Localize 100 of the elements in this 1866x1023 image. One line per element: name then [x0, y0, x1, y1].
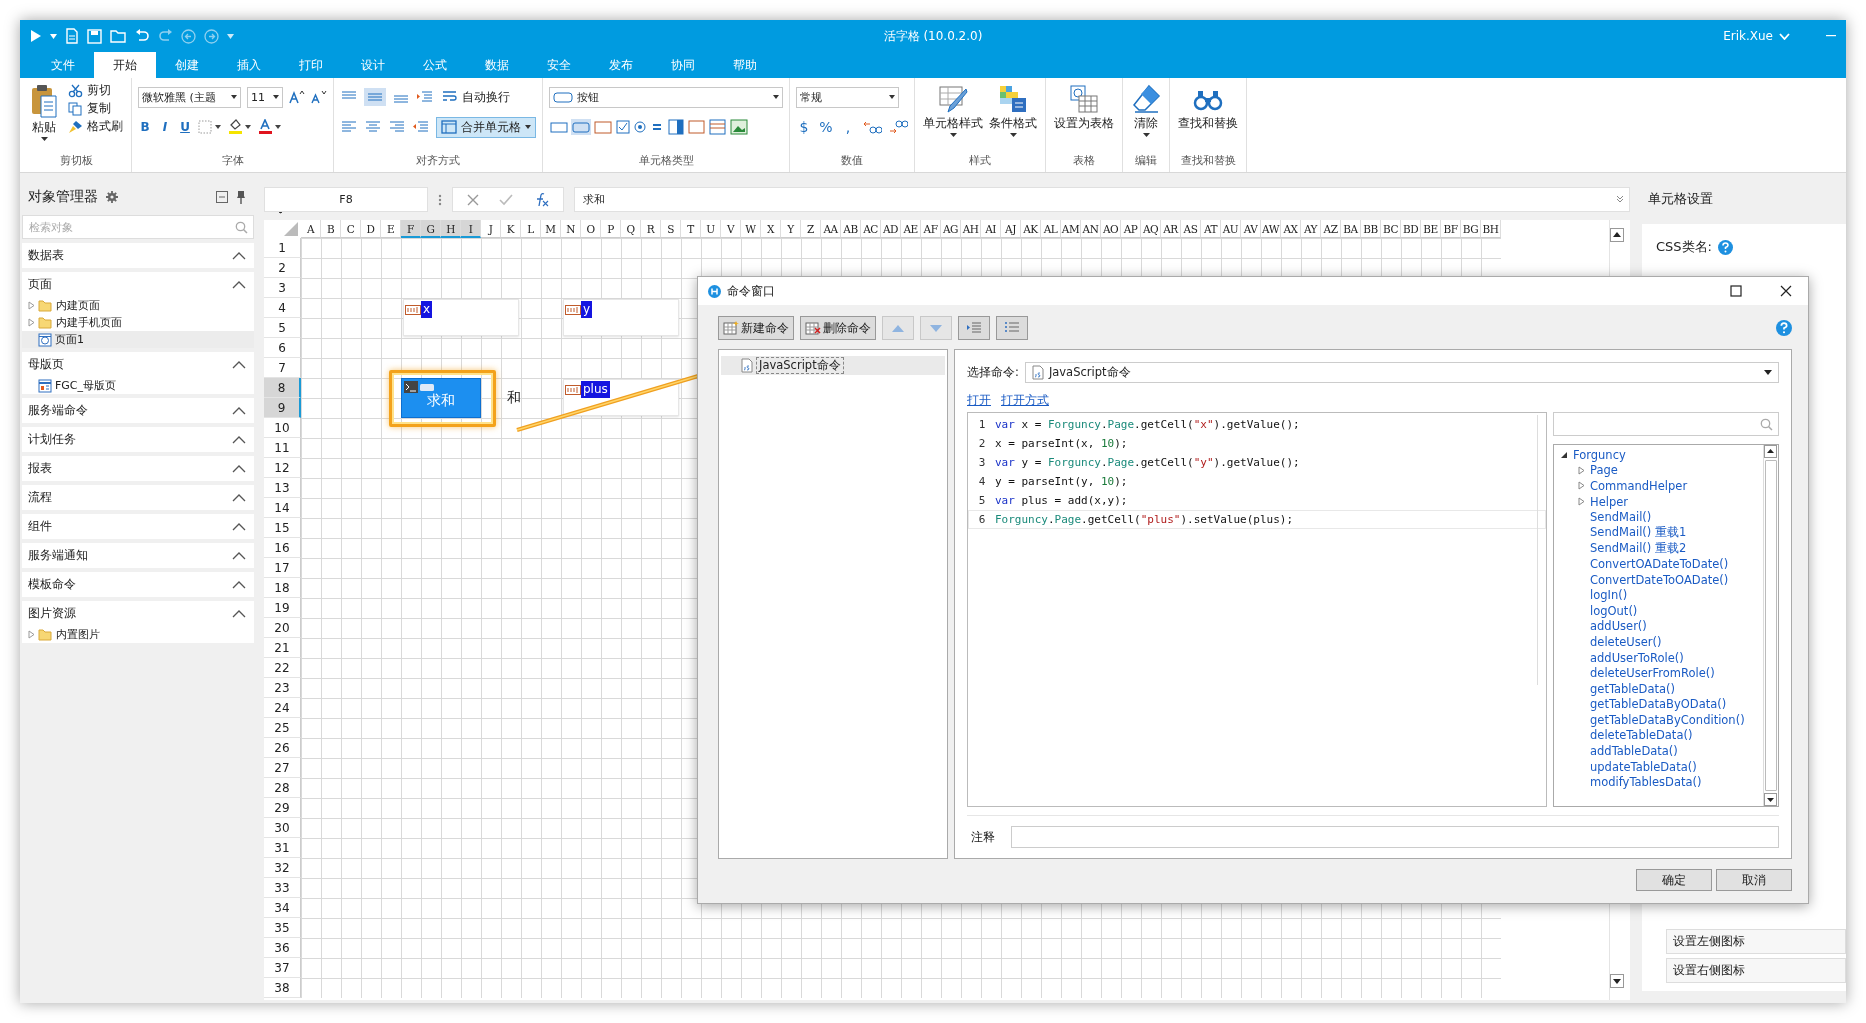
format-painter-button[interactable]: 格式刷 — [66, 118, 125, 135]
row-header[interactable]: 4 — [264, 298, 301, 318]
column-header[interactable]: Z — [801, 220, 821, 238]
cell-name-field[interactable]: F8 — [264, 187, 428, 212]
formula-field[interactable]: 求和 — [574, 187, 1630, 212]
decrease-decimal-icon[interactable] — [888, 119, 908, 135]
column-header[interactable]: AQ — [1141, 220, 1161, 238]
ok-button[interactable]: 确定 — [1636, 869, 1712, 891]
column-header[interactable]: L — [521, 220, 541, 238]
find-replace-button[interactable]: 查找和替换 — [1176, 82, 1240, 133]
minimize-icon[interactable] — [1826, 35, 1836, 37]
move-up-button[interactable] — [882, 316, 914, 340]
help-icon[interactable] — [1717, 239, 1733, 255]
column-header[interactable]: AO — [1101, 220, 1121, 238]
column-header[interactable]: D — [361, 220, 381, 238]
font-size-select[interactable]: 11 — [247, 86, 283, 108]
section-header[interactable]: 流程 — [22, 485, 254, 510]
cell-type-select[interactable]: 按钮 — [549, 86, 783, 108]
tree-item[interactable]: modifyTablesData() — [1554, 774, 1763, 791]
row-header[interactable]: 8 — [264, 378, 301, 398]
tree-item[interactable]: ConvertOADateToDate() — [1554, 556, 1763, 572]
tree-item[interactable]: 页面1 — [22, 331, 254, 348]
column-header[interactable]: AL — [1041, 220, 1061, 238]
section-header[interactable]: 模板命令 — [22, 572, 254, 597]
settings-icon[interactable] — [106, 191, 118, 203]
section-header[interactable]: 图片资源 — [22, 601, 254, 626]
align-middle-icon[interactable] — [364, 88, 386, 106]
column-header[interactable]: BC — [1381, 220, 1401, 238]
wrap-text-button[interactable]: 自动换行 — [440, 88, 512, 106]
row-header[interactable]: 10 — [264, 418, 301, 438]
tree-item[interactable]: Forguncy — [1554, 447, 1763, 463]
clear-button[interactable]: 清除 — [1129, 82, 1163, 139]
icon-setting-button[interactable]: 设置左侧图标 — [1666, 929, 1846, 954]
tree-item[interactable]: ConvertDateToOADate() — [1554, 571, 1763, 588]
section-header[interactable]: 报表 — [22, 456, 254, 481]
indent-button[interactable] — [958, 316, 990, 340]
help-icon[interactable] — [1776, 320, 1792, 336]
row-header[interactable]: 30 — [264, 818, 301, 838]
column-header[interactable]: AS — [1181, 220, 1201, 238]
cancel-icon[interactable] — [467, 193, 479, 206]
column-header[interactable]: AR — [1161, 220, 1181, 238]
column-header[interactable]: I — [461, 220, 481, 238]
row-header[interactable]: 27 — [264, 758, 301, 778]
row-header[interactable]: 38 — [264, 978, 301, 998]
scroll-thumb[interactable] — [1765, 460, 1777, 791]
column-header[interactable]: AE — [901, 220, 921, 238]
column-header[interactable]: U — [701, 220, 721, 238]
column-header[interactable]: W — [741, 220, 761, 238]
column-header[interactable]: BH — [1481, 220, 1501, 238]
shrink-font-icon[interactable] — [311, 90, 327, 104]
column-header[interactable]: R — [641, 220, 661, 238]
tree-item[interactable]: CommandHelper — [1554, 478, 1763, 494]
section-header[interactable]: 数据表 — [22, 243, 254, 268]
column-header[interactable]: AF — [921, 220, 941, 238]
column-header[interactable]: AN — [1081, 220, 1101, 238]
row-header[interactable]: 19 — [264, 598, 301, 618]
caret-icon[interactable] — [50, 33, 57, 39]
align-right-icon[interactable] — [388, 120, 406, 134]
row-header[interactable]: 33 — [264, 878, 301, 898]
cell-styles-button[interactable]: 单元格样式 — [921, 82, 985, 139]
row-header[interactable]: 31 — [264, 838, 301, 858]
row-header[interactable]: 34 — [264, 898, 301, 918]
row-header[interactable]: 28 — [264, 778, 301, 798]
redo-icon[interactable] — [158, 29, 173, 43]
font-color-icon[interactable] — [258, 119, 282, 135]
row-header[interactable]: 36 — [264, 938, 301, 958]
column-header[interactable]: AT — [1201, 220, 1221, 238]
column-header[interactable]: AZ — [1321, 220, 1341, 238]
text-style-button[interactable]: U — [178, 120, 192, 134]
column-header[interactable]: AX — [1281, 220, 1301, 238]
column-header[interactable]: Y — [781, 220, 801, 238]
row-header[interactable]: 22 — [264, 658, 301, 678]
row-header[interactable]: 25 — [264, 718, 301, 738]
tree-item[interactable]: getTableData() — [1554, 680, 1763, 697]
align-center-icon[interactable] — [364, 120, 382, 134]
more-icon[interactable] — [438, 193, 442, 206]
scroll-up-icon[interactable] — [1610, 228, 1624, 242]
column-header[interactable]: AW — [1261, 220, 1281, 238]
column-header[interactable]: BE — [1421, 220, 1441, 238]
folder-icon[interactable] — [110, 29, 127, 43]
tree-item[interactable]: SendMail() 重载1 — [1554, 524, 1763, 541]
tree-item[interactable]: SendMail() 重载2 — [1554, 540, 1763, 557]
cut-button[interactable]: 剪切 — [66, 82, 125, 99]
text-style-button[interactable]: I — [158, 120, 172, 134]
search-field[interactable]: 检索对象 — [22, 215, 254, 239]
row-header[interactable]: 35 — [264, 918, 301, 938]
column-header[interactable]: N — [561, 220, 581, 238]
font-name-select[interactable]: 微软雅黑 (主题 — [138, 86, 241, 108]
run-icon[interactable] — [30, 29, 42, 43]
outdent-icon[interactable] — [412, 120, 430, 134]
delete-command-button[interactable]: 删除命令 — [800, 316, 876, 340]
copy-button[interactable]: 复制 — [66, 100, 125, 117]
tree-item[interactable]: logOut() — [1554, 602, 1763, 619]
section-header[interactable]: 服务端命令 — [22, 398, 254, 423]
search-field[interactable] — [1553, 412, 1779, 436]
tree-item[interactable]: deleteUser() — [1554, 634, 1763, 650]
column-header[interactable]: F — [401, 220, 421, 238]
tree-item[interactable]: SendMail() — [1554, 509, 1763, 525]
column-header[interactable]: S — [661, 220, 681, 238]
outdent-button[interactable] — [996, 316, 1028, 340]
